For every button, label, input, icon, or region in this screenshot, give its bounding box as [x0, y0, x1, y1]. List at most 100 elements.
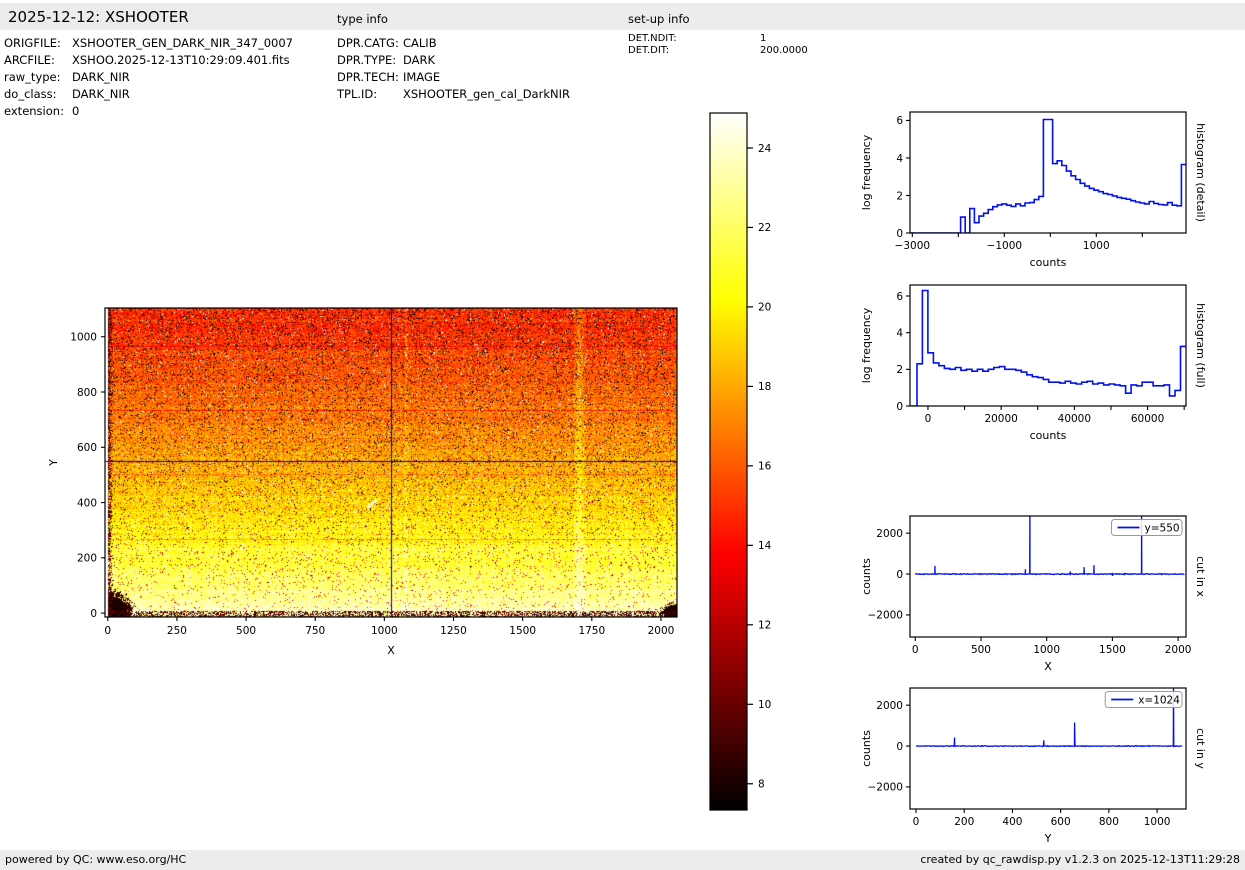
svg-text:histogram (detail): histogram (detail) — [1194, 123, 1207, 222]
svg-text:14: 14 — [758, 540, 772, 552]
svg-text:2: 2 — [896, 364, 903, 376]
svg-text:40000: 40000 — [1058, 413, 1091, 425]
meta-value: IMAGE — [403, 70, 441, 84]
type-info-block: DPR.CATG: CALIB DPR.TYPE: DARK DPR.TECH: IMAG… — [337, 35, 570, 103]
svg-text:log frequency: log frequency — [860, 307, 873, 383]
meta-row: DPR.TYPE: DARK — [337, 52, 570, 69]
svg-text:20: 20 — [758, 302, 771, 314]
svg-text:counts: counts — [1030, 429, 1067, 442]
svg-text:2: 2 — [896, 190, 903, 202]
svg-text:Y: Y — [47, 459, 60, 467]
meta-value: 0 — [72, 104, 80, 118]
meta-value: DARK_NIR — [72, 87, 130, 101]
svg-text:500: 500 — [236, 625, 256, 637]
svg-text:0: 0 — [896, 401, 903, 413]
legend-box: x=1024 — [1104, 691, 1183, 708]
svg-text:1500: 1500 — [1099, 644, 1126, 656]
page-title: 2025-12-12: XSHOOTER — [8, 8, 189, 26]
svg-text:counts: counts — [860, 558, 873, 595]
svg-text:18: 18 — [758, 381, 771, 393]
histogram-detail-plot: −3000 −1000 1000 0 2 4 6 counts log frequency his… — [860, 111, 1207, 269]
svg-text:log frequency: log frequency — [860, 134, 873, 210]
svg-text:−1000: −1000 — [987, 240, 1023, 252]
meta-row: do_class: DARK_NIR — [4, 86, 293, 103]
meta-row: TPL.ID: XSHOOTER_gen_cal_DarkNIR — [337, 86, 570, 103]
qc-report-page: 2025-12-12: XSHOOTER type info set-up in… — [0, 0, 1245, 870]
type-info-heading: type info — [337, 12, 388, 26]
meta-row: raw_type: DARK_NIR — [4, 69, 293, 86]
cut-in-y-plot: x=1024 0 200 400 600 800 1000 −2000 0 2000 Ycounts… — [860, 687, 1207, 845]
footer-bar: powered by QC: www.eso.org/HC created by… — [0, 850, 1245, 870]
figure-area: 0 250 500 750 1000 1250 1500 1750 2000 0 200 400 600… — [0, 111, 1245, 848]
svg-text:cut in x: cut in x — [1194, 556, 1207, 597]
svg-text:0: 0 — [896, 228, 903, 240]
svg-text:400: 400 — [1002, 816, 1022, 828]
setup-info-block: DET.NDIT: 1 DET.DIT: 200.0000 — [628, 33, 808, 57]
svg-text:24: 24 — [758, 143, 772, 155]
meta-value: XSHOO.2025-12-13T10:29:09.401.fits — [72, 53, 290, 67]
meta-row: DET.DIT: 200.0000 — [628, 45, 808, 57]
svg-text:x=1024: x=1024 — [1138, 694, 1180, 706]
svg-text:1000: 1000 — [1033, 644, 1060, 656]
svg-text:10: 10 — [758, 699, 771, 711]
meta-row: ARCFILE: XSHOO.2025-12-13T10:29:09.401.fi… — [4, 52, 293, 69]
svg-text:0: 0 — [896, 569, 903, 581]
colorbar-axes: 24 22 20 18 16 14 12 10 8 — [709, 112, 772, 811]
meta-label: ARCFILE: — [4, 53, 55, 67]
svg-text:0: 0 — [90, 608, 97, 620]
svg-text:1000: 1000 — [70, 332, 97, 344]
svg-text:400: 400 — [77, 497, 97, 509]
svg-text:8: 8 — [758, 779, 765, 791]
svg-text:X: X — [1044, 660, 1052, 673]
svg-text:250: 250 — [167, 625, 187, 637]
svg-text:800: 800 — [1099, 816, 1119, 828]
svg-text:4: 4 — [896, 153, 903, 165]
svg-text:800: 800 — [77, 387, 97, 399]
cut-in-x-plot: y=550 0 500 1000 1500 2000 −2000 0 2000 Xcounts cu… — [860, 515, 1207, 673]
svg-text:200: 200 — [77, 553, 97, 565]
meta-value: XSHOOTER_gen_cal_DarkNIR — [403, 87, 570, 101]
svg-text:2000: 2000 — [876, 700, 903, 712]
svg-text:−3000: −3000 — [895, 240, 931, 252]
svg-text:1000: 1000 — [1083, 240, 1110, 252]
svg-text:12: 12 — [758, 620, 771, 632]
svg-text:counts: counts — [860, 730, 873, 767]
svg-text:22: 22 — [758, 222, 771, 234]
footer-right-text: created by qc_rawdisp.py v1.2.3 on 2025-… — [920, 853, 1240, 866]
svg-text:Y: Y — [1044, 832, 1052, 845]
svg-text:4: 4 — [896, 327, 903, 339]
svg-text:500: 500 — [971, 644, 991, 656]
svg-text:2000: 2000 — [648, 625, 675, 637]
legend-box: y=550 — [1111, 519, 1183, 536]
svg-text:X: X — [387, 644, 395, 657]
meta-label: TPL.ID: — [337, 87, 378, 101]
meta-row: DPR.TECH: IMAGE — [337, 69, 570, 86]
meta-row: ORIGFILE: XSHOOTER_GEN_DARK_NIR_347_0007 — [4, 35, 293, 52]
svg-text:60000: 60000 — [1131, 413, 1164, 425]
svg-text:0: 0 — [896, 741, 903, 753]
svg-text:1750: 1750 — [578, 625, 605, 637]
svg-text:0: 0 — [925, 413, 932, 425]
svg-text:6: 6 — [896, 115, 903, 127]
meta-label: extension: — [4, 104, 64, 118]
svg-text:cut in y: cut in y — [1194, 728, 1207, 769]
footer-left-text: powered by QC: www.eso.org/HC — [5, 853, 187, 866]
meta-label: do_class: — [4, 87, 57, 101]
svg-text:y=550: y=550 — [1145, 522, 1180, 534]
meta-value: DARK_NIR — [72, 70, 130, 84]
svg-text:1250: 1250 — [440, 625, 467, 637]
meta-row: DET.NDIT: 1 — [628, 33, 808, 45]
meta-row: extension: 0 — [4, 103, 293, 120]
meta-value: 1 — [760, 33, 767, 44]
meta-value: 200.0000 — [760, 45, 808, 56]
meta-value: DARK — [403, 53, 436, 67]
svg-text:0: 0 — [104, 625, 111, 637]
svg-text:600: 600 — [1051, 816, 1071, 828]
meta-label: DET.DIT: — [628, 45, 670, 56]
setup-info-heading: set-up info — [628, 12, 690, 26]
svg-text:histogram (full): histogram (full) — [1194, 303, 1207, 388]
svg-text:1500: 1500 — [509, 625, 536, 637]
svg-text:0: 0 — [913, 816, 920, 828]
svg-text:2000: 2000 — [876, 528, 903, 540]
meta-label: raw_type: — [4, 70, 61, 84]
